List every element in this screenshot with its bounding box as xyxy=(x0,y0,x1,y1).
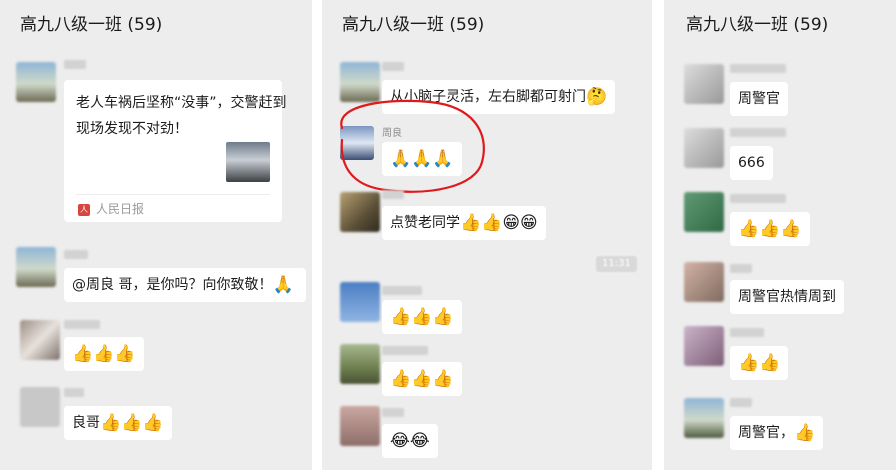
avatar[interactable] xyxy=(684,398,724,438)
message-bubble[interactable]: 点赞老同学👍👍😁😁 xyxy=(382,206,546,240)
message-text: 良哥 xyxy=(72,415,100,431)
sender-nickname xyxy=(382,286,422,295)
people-daily-logo-icon: 人 xyxy=(78,204,90,216)
sender-nickname xyxy=(730,398,752,407)
message-text: 666 xyxy=(738,155,765,171)
tears-of-joy-icon: 😂😂 xyxy=(390,431,430,451)
thumbs-up-icon: 👍👍👍 xyxy=(390,307,454,327)
avatar[interactable] xyxy=(684,192,724,232)
avatar[interactable] xyxy=(684,64,724,104)
chat-panel-3: 高九八级一班 (59) 周警官 666 👍👍👍 周警官热情周到 👍👍 周警官，👍 xyxy=(664,0,896,470)
sender-nickname xyxy=(382,408,404,417)
message-bubble[interactable]: 👍👍👍 xyxy=(64,337,144,371)
thumbs-up-icon: 👍👍👍 xyxy=(72,344,136,364)
chat-title: 高九八级一班 (59) xyxy=(686,15,829,35)
link-card-thumbnail xyxy=(226,142,270,182)
message-bubble[interactable]: 😂😂 xyxy=(382,424,438,458)
message-text: 周警官热情周到 xyxy=(738,289,836,305)
sender-nickname xyxy=(64,320,100,329)
message-bubble[interactable]: 周警官，👍 xyxy=(730,416,824,450)
divider xyxy=(76,194,270,195)
chat-panel-2: 高九八级一班 (59) 从小脑子灵活，左右脚都可射门🤔 周良 🙏🙏🙏 点赞老同学… xyxy=(322,0,652,470)
sender-nickname xyxy=(64,60,86,69)
sender-nickname xyxy=(730,64,786,73)
message-bubble[interactable]: 周警官 xyxy=(730,82,788,116)
avatar[interactable] xyxy=(20,387,60,427)
thumbs-up-icon: 👍 xyxy=(794,423,816,443)
message-bubble[interactable]: 👍👍 xyxy=(730,346,789,380)
praying-hands-icon: 🙏 xyxy=(272,275,294,295)
avatar[interactable] xyxy=(684,128,724,168)
message-bubble[interactable]: @周良 哥，是你吗？向你致敬！🙏 xyxy=(64,268,306,302)
link-card[interactable]: 老人车祸后坚称“没事”，交警赶到现场发现不对劲！ 人 人民日报 xyxy=(64,80,287,222)
message-bubble[interactable]: 👍👍👍 xyxy=(730,212,810,246)
link-card-source: 人民日报 xyxy=(96,202,145,216)
message-text: 周警官 xyxy=(738,91,780,107)
message-bubble[interactable]: 周警官热情周到 xyxy=(730,280,844,314)
link-card-title: 老人车祸后坚称“没事”，交警赶到现场发现不对劲！ xyxy=(76,95,287,137)
avatar[interactable] xyxy=(684,326,724,366)
sender-nickname xyxy=(382,346,428,355)
thumbs-up-icon: 👍👍👍 xyxy=(390,369,454,389)
thumbs-up-icon: 👍👍👍 xyxy=(738,219,802,239)
message-timestamp: 11:31 xyxy=(596,256,637,272)
avatar[interactable] xyxy=(16,62,56,102)
message-bubble[interactable]: 良哥👍👍👍 xyxy=(64,406,172,440)
thumbs-up-grin-icon: 👍👍😁😁 xyxy=(460,213,538,233)
message-bubble[interactable]: 666 xyxy=(730,146,773,180)
message-bubble[interactable]: 👍👍👍 xyxy=(382,300,462,334)
chat-title: 高九八级一班 (59) xyxy=(20,15,163,35)
avatar[interactable] xyxy=(684,262,724,302)
message-text: @周良 哥，是你吗？向你致敬！ xyxy=(72,277,273,293)
thumbs-up-icon: 👍👍 xyxy=(738,353,781,373)
sender-nickname xyxy=(730,264,752,273)
sender-nickname xyxy=(64,250,88,259)
avatar[interactable] xyxy=(16,247,56,287)
avatar[interactable] xyxy=(340,344,380,384)
avatar[interactable] xyxy=(340,282,380,322)
chat-panel-1: 高九八级一班 (59) 老人车祸后坚称“没事”，交警赶到现场发现不对劲！ 人 人… xyxy=(0,0,312,470)
sender-nickname xyxy=(730,194,786,203)
message-bubble[interactable]: 👍👍👍 xyxy=(382,362,462,396)
sender-nickname xyxy=(730,128,786,137)
sender-nickname xyxy=(730,328,764,337)
message-text: 点赞老同学 xyxy=(390,215,460,231)
avatar[interactable] xyxy=(340,192,380,232)
message-text: 周警官， xyxy=(738,425,794,441)
sender-nickname xyxy=(64,388,84,397)
avatar[interactable] xyxy=(340,406,380,446)
avatar[interactable] xyxy=(20,320,60,360)
thumbs-up-icon: 👍👍👍 xyxy=(100,413,164,433)
sender-nickname xyxy=(382,190,404,199)
